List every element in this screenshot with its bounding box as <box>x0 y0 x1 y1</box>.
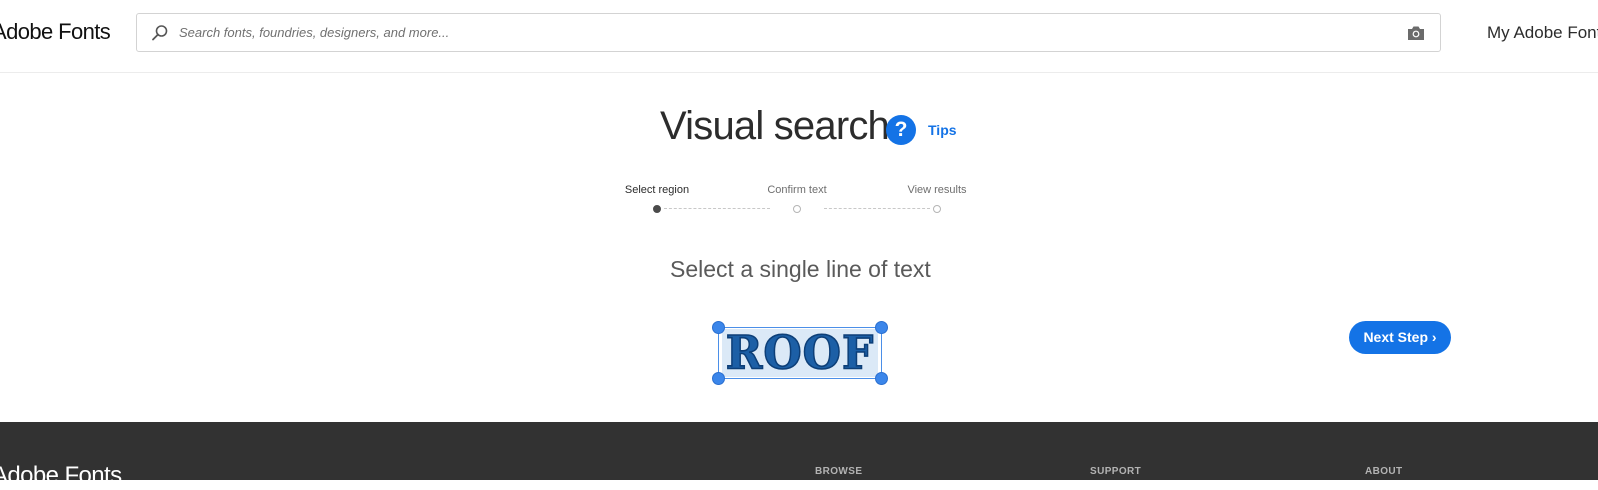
selection-box[interactable] <box>718 327 882 379</box>
help-icon[interactable]: ? <box>886 115 916 145</box>
step-dot-confirm-text <box>793 205 801 213</box>
resize-handle-bottom-right[interactable] <box>875 372 888 385</box>
resize-handle-top-left[interactable] <box>712 321 725 334</box>
brand-logo[interactable]: Adobe Fonts <box>0 19 111 45</box>
resize-handle-top-right[interactable] <box>875 321 888 334</box>
step-connector <box>664 208 770 209</box>
search-icon <box>152 25 168 41</box>
footer-heading-about[interactable]: ABOUT <box>1365 466 1403 477</box>
my-adobe-fonts-link[interactable]: My Adobe Fonts <box>1487 23 1598 43</box>
resize-handle-bottom-left[interactable] <box>712 372 725 385</box>
step-label-view-results: View results <box>907 184 967 196</box>
footer-heading-browse[interactable]: BROWSE <box>815 466 862 477</box>
camera-icon[interactable] <box>1407 25 1425 41</box>
step-label-confirm-text: Confirm text <box>767 184 827 196</box>
search-input[interactable]: Search fonts, foundries, designers, and … <box>179 25 449 40</box>
region-selector[interactable]: ROOF <box>712 321 888 385</box>
instruction-text: Select a single line of text <box>670 256 931 282</box>
next-step-button[interactable]: Next Step › <box>1349 321 1451 354</box>
step-dot-select-region <box>653 205 661 213</box>
footer-heading-support[interactable]: SUPPORT <box>1090 466 1141 477</box>
page-title: Visual search <box>660 104 890 148</box>
step-dot-view-results <box>933 205 941 213</box>
step-connector <box>824 208 930 209</box>
footer: Adobe Fonts BROWSE SUPPORT ABOUT <box>0 422 1598 489</box>
tips-link[interactable]: Tips <box>928 122 957 138</box>
top-header: Adobe Fonts Search fonts, foundries, des… <box>0 0 1598 73</box>
footer-brand[interactable]: Adobe Fonts <box>0 462 122 490</box>
search-bar[interactable]: Search fonts, foundries, designers, and … <box>136 13 1441 52</box>
step-label-select-region: Select region <box>624 184 690 196</box>
